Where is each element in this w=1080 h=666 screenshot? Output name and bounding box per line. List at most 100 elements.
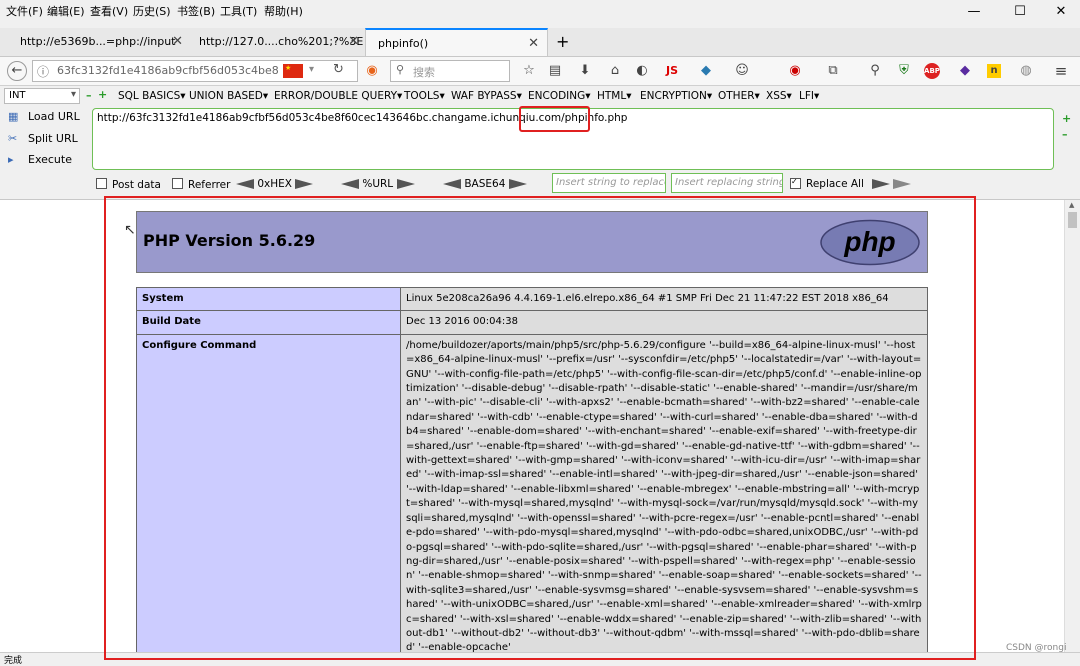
- adblock-icon[interactable]: ABP: [924, 63, 940, 79]
- checkbox[interactable]: [172, 178, 183, 189]
- menu-tools[interactable]: 工具(T): [220, 3, 257, 19]
- menu-history[interactable]: 历史(S): [133, 3, 171, 19]
- js-icon[interactable]: JS: [663, 62, 681, 80]
- addon-icon[interactable]: ◆: [956, 62, 974, 80]
- status-text: 完成: [4, 656, 23, 666]
- shield-icon[interactable]: ⛨: [895, 62, 913, 80]
- dropdown-icon[interactable]: ▾: [309, 64, 314, 75]
- load-icon: ▦: [8, 110, 19, 123]
- menu-view[interactable]: 查看(V): [90, 3, 128, 19]
- menu-help[interactable]: 帮助(H): [264, 3, 303, 19]
- scissors-icon: ✂: [8, 132, 18, 145]
- reload-icon[interactable]: ↻: [333, 62, 344, 77]
- back-icon[interactable]: ←: [7, 61, 27, 81]
- arrow-right-icon[interactable]: [295, 179, 314, 189]
- arrow-left-icon[interactable]: [341, 179, 359, 189]
- addon-icon[interactable]: ◆: [697, 62, 715, 80]
- replace-all-checkbox[interactable]: Replace All: [790, 178, 864, 190]
- addon-icon[interactable]: ◐: [633, 62, 651, 80]
- zoom-icon[interactable]: ⚲: [866, 62, 884, 80]
- close-icon[interactable]: ✕: [348, 34, 359, 49]
- menu-html[interactable]: HTML▾: [597, 90, 632, 102]
- annotation-highlight-content: [104, 196, 976, 660]
- execute-label: Execute: [28, 153, 72, 166]
- hex-label: 0xHEX: [257, 178, 292, 190]
- info-icon[interactable]: ⓘ: [37, 63, 49, 80]
- menu-lfi[interactable]: LFI▾: [799, 90, 819, 102]
- firefox-hackbar-icon[interactable]: ◉: [363, 62, 381, 80]
- arrow-right-icon[interactable]: [396, 179, 415, 189]
- execute-button[interactable]: ▸ Execute: [8, 153, 72, 166]
- tab-php-input[interactable]: http://e5369b...=php://input ✕: [8, 28, 191, 56]
- menu-bookmarks[interactable]: 书签(B): [177, 3, 215, 19]
- split-url-button[interactable]: ✂ Split URL: [8, 132, 78, 145]
- menu-encryption[interactable]: ENCRYPTION▾: [640, 90, 712, 102]
- globe-icon[interactable]: ◍: [1017, 62, 1035, 80]
- navigation-bar: ← ⓘ 63fc3132fd1e4186ab9cfbf56d053c4be8 ★…: [0, 57, 1080, 86]
- hex-encode-group: 0xHEX: [236, 178, 314, 190]
- menu-other[interactable]: OTHER▾: [718, 90, 760, 102]
- tab-phpinfo[interactable]: phpinfo() ✕: [365, 28, 548, 56]
- scroll-up-icon[interactable]: ▲: [1069, 201, 1074, 209]
- arrow-left-icon[interactable]: [236, 179, 254, 189]
- menu-sql-basics[interactable]: SQL BASICS▾: [118, 90, 186, 102]
- arrow-right-icon[interactable]: [508, 179, 527, 189]
- referrer-label: Referrer: [188, 179, 231, 191]
- split-url-label: Split URL: [28, 132, 78, 145]
- palette-icon[interactable]: ☺: [733, 62, 751, 80]
- tab-label: http://e5369b...=php://input: [20, 35, 176, 48]
- type-select[interactable]: INT ▾: [4, 88, 80, 104]
- maximize-button[interactable]: ☐: [1005, 4, 1035, 20]
- page-scrollbar[interactable]: ▲: [1064, 200, 1080, 652]
- home-icon[interactable]: ⌂: [606, 62, 624, 80]
- arrow-left-icon[interactable]: [443, 179, 461, 189]
- menu-xss[interactable]: XSS▾: [766, 90, 792, 102]
- url-encode-group: %URL: [341, 178, 415, 190]
- addon-icon[interactable]: n: [987, 64, 1001, 78]
- checkbox[interactable]: [96, 178, 107, 189]
- url-prefix: http://63fc3132fd1e4186ab9cfbf56d053c4be…: [97, 112, 565, 124]
- base64-label: BASE64: [464, 178, 506, 190]
- annotation-highlight-filename: [519, 106, 590, 132]
- close-window-button[interactable]: ✕: [1046, 4, 1076, 20]
- insert-string-input[interactable]: Insert string to replace: [552, 173, 666, 193]
- load-url-button[interactable]: ▦ Load URL: [8, 110, 80, 123]
- menu-file[interactable]: 文件(F): [6, 3, 43, 19]
- arrow-right-icon[interactable]: [893, 179, 912, 189]
- minus-icon[interactable]: –: [1062, 128, 1068, 141]
- search-box[interactable]: ⚲ 搜索: [390, 60, 510, 82]
- menu-encoding[interactable]: ENCODING▾: [528, 90, 591, 102]
- menu-icon[interactable]: ≡: [1052, 62, 1070, 80]
- referrer-checkbox[interactable]: Referrer: [172, 178, 230, 191]
- download-icon[interactable]: ⬇: [576, 62, 594, 80]
- menu-waf-bypass[interactable]: WAF BYPASS▾: [451, 90, 522, 102]
- menu-tools[interactable]: TOOLS▾: [404, 90, 445, 102]
- screenshot-icon[interactable]: ⧉: [824, 62, 842, 80]
- tab-echo[interactable]: http://127.0....cho%201;?%3E ✕: [187, 28, 367, 56]
- menu-union-based[interactable]: UNION BASED▾: [189, 90, 268, 102]
- post-data-checkbox[interactable]: Post data: [96, 178, 161, 191]
- menu-edit[interactable]: 编辑(E): [47, 3, 85, 19]
- reading-list-icon[interactable]: ▤: [546, 62, 564, 80]
- base64-group: BASE64: [443, 178, 527, 190]
- arrow-right-icon[interactable]: [872, 179, 890, 189]
- addon-icon[interactable]: ◉: [786, 62, 804, 80]
- address-text[interactable]: 63fc3132fd1e4186ab9cfbf56d053c4be8: [57, 64, 279, 77]
- play-icon: ▸: [8, 153, 14, 166]
- plus-icon[interactable]: +: [98, 88, 107, 101]
- search-placeholder: 搜索: [413, 66, 435, 79]
- scroll-thumb[interactable]: [1068, 212, 1077, 228]
- minimize-button[interactable]: —: [959, 4, 989, 20]
- tab-bar: http://e5369b...=php://input ✕ http://12…: [0, 28, 1080, 57]
- minus-icon[interactable]: –: [86, 89, 92, 102]
- checkbox[interactable]: [790, 178, 801, 189]
- bookmark-star-icon[interactable]: ☆: [520, 62, 538, 80]
- address-bar[interactable]: ⓘ 63fc3132fd1e4186ab9cfbf56d053c4be8 ★ ▾…: [32, 60, 358, 82]
- plus-icon[interactable]: +: [1062, 112, 1071, 125]
- close-icon[interactable]: ✕: [172, 34, 183, 49]
- new-tab-button[interactable]: +: [556, 32, 569, 51]
- close-icon[interactable]: ✕: [528, 36, 539, 51]
- url-enc-label: %URL: [362, 178, 394, 190]
- menu-error-double-query[interactable]: ERROR/DOUBLE QUERY▾: [274, 90, 402, 102]
- insert-replacing-input[interactable]: Insert replacing string: [671, 173, 783, 193]
